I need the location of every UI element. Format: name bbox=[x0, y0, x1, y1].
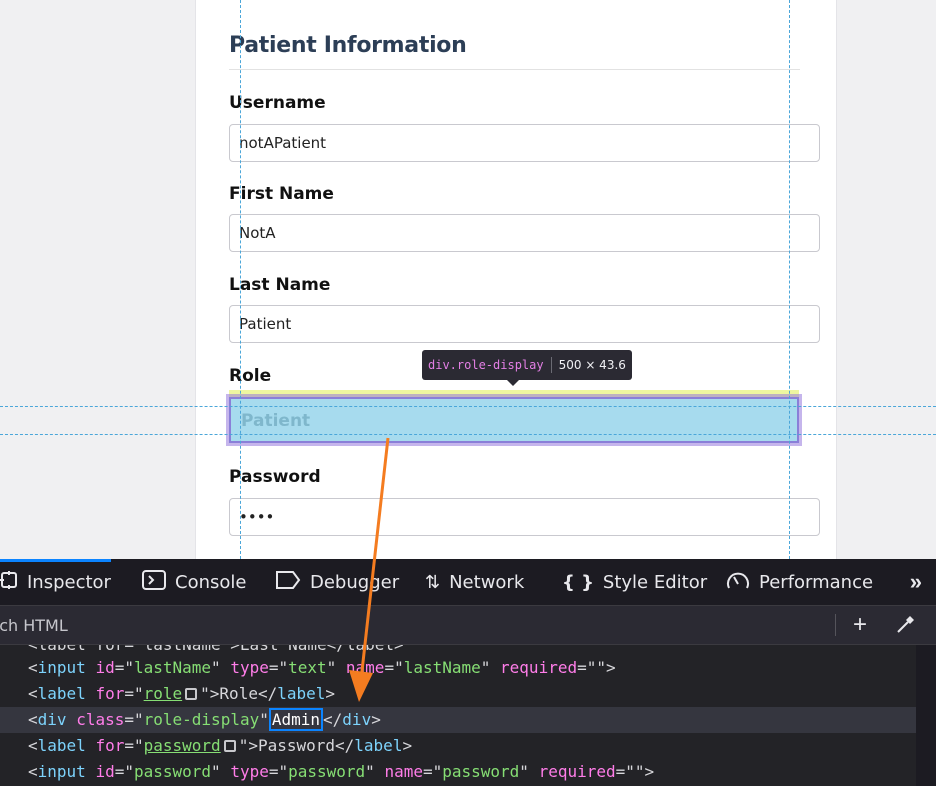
performance-icon bbox=[726, 570, 750, 595]
password-label: Password bbox=[229, 467, 321, 487]
guide-line-left bbox=[240, 0, 241, 559]
infobar-separator bbox=[550, 357, 552, 373]
tab-performance[interactable]: Performance bbox=[726, 559, 873, 605]
markup-line-label-role[interactable]: <label for="role ">Role</label> bbox=[0, 681, 916, 707]
devtools-panel: Inspector Console Debugger ⇅ Network { }… bbox=[0, 559, 936, 786]
tab-debugger-label: Debugger bbox=[310, 571, 400, 593]
console-icon bbox=[142, 569, 166, 595]
infobar-dimensions: 500 × 43.6 bbox=[558, 358, 626, 372]
section-title: Patient Information bbox=[229, 33, 467, 58]
markup-line-input-password[interactable]: <input id="password" type="password" nam… bbox=[0, 759, 916, 785]
tab-console[interactable]: Console bbox=[142, 559, 246, 605]
tab-performance-label: Performance bbox=[759, 571, 874, 593]
infobar-element-name: div.role-display bbox=[428, 358, 544, 372]
target-icon bbox=[185, 688, 198, 700]
tab-debugger[interactable]: Debugger bbox=[275, 559, 399, 605]
devtools-tabbar: Inspector Console Debugger ⇅ Network { }… bbox=[0, 559, 936, 606]
search-html-input[interactable] bbox=[0, 606, 830, 644]
tab-inspector-label: Inspector bbox=[27, 571, 111, 593]
debugger-icon bbox=[275, 570, 301, 595]
tab-console-label: Console bbox=[175, 571, 247, 593]
markup-line-role-display[interactable]: <div class="role-display" Admin </div> bbox=[0, 707, 916, 733]
role-label: Role bbox=[229, 366, 272, 386]
target-icon bbox=[223, 740, 236, 752]
chevron-double-right-icon[interactable]: » bbox=[910, 559, 922, 605]
role-display: Patient bbox=[226, 394, 802, 446]
guide-line-top bbox=[0, 406, 936, 407]
inline-text-editor[interactable]: Admin bbox=[268, 708, 324, 731]
plus-icon[interactable]: + bbox=[844, 606, 876, 644]
toolbar-divider bbox=[835, 614, 836, 636]
first-name-label: First Name bbox=[229, 184, 334, 204]
guide-line-bottom bbox=[0, 434, 936, 435]
inspector-toolbar: + bbox=[0, 606, 936, 645]
last-name-field[interactable] bbox=[229, 305, 820, 343]
markup-line-input-lastname[interactable]: <input id="lastName" type="text" name="l… bbox=[0, 655, 916, 681]
markup-line-label-password[interactable]: <label for="password ">Password</label> bbox=[0, 733, 916, 759]
tab-network[interactable]: ⇅ Network bbox=[425, 559, 524, 605]
tab-style-editor[interactable]: { } Style Editor bbox=[562, 559, 707, 605]
tab-inspector[interactable]: Inspector bbox=[0, 559, 111, 605]
guide-line-right bbox=[789, 0, 790, 559]
highlighter-infobar: div.role-display 500 × 43.6 bbox=[422, 350, 632, 386]
tab-style-editor-label: Style Editor bbox=[602, 571, 708, 593]
first-name-field[interactable] bbox=[229, 214, 820, 252]
last-name-label: Last Name bbox=[229, 275, 331, 295]
eyedropper-icon[interactable] bbox=[889, 606, 921, 644]
username-field[interactable] bbox=[229, 124, 820, 162]
tab-network-label: Network bbox=[449, 571, 525, 593]
password-field[interactable] bbox=[229, 498, 820, 536]
markup-view: <label for="lastName">Last Name</label> … bbox=[0, 645, 936, 786]
style-editor-icon: { } bbox=[562, 571, 594, 593]
inspector-icon bbox=[0, 570, 18, 594]
markup-scrollbar[interactable] bbox=[916, 645, 936, 786]
title-divider bbox=[229, 69, 800, 70]
page-viewport: Patient Information Username First Name … bbox=[0, 0, 936, 559]
username-label: Username bbox=[229, 93, 326, 113]
network-icon: ⇅ bbox=[425, 571, 441, 593]
